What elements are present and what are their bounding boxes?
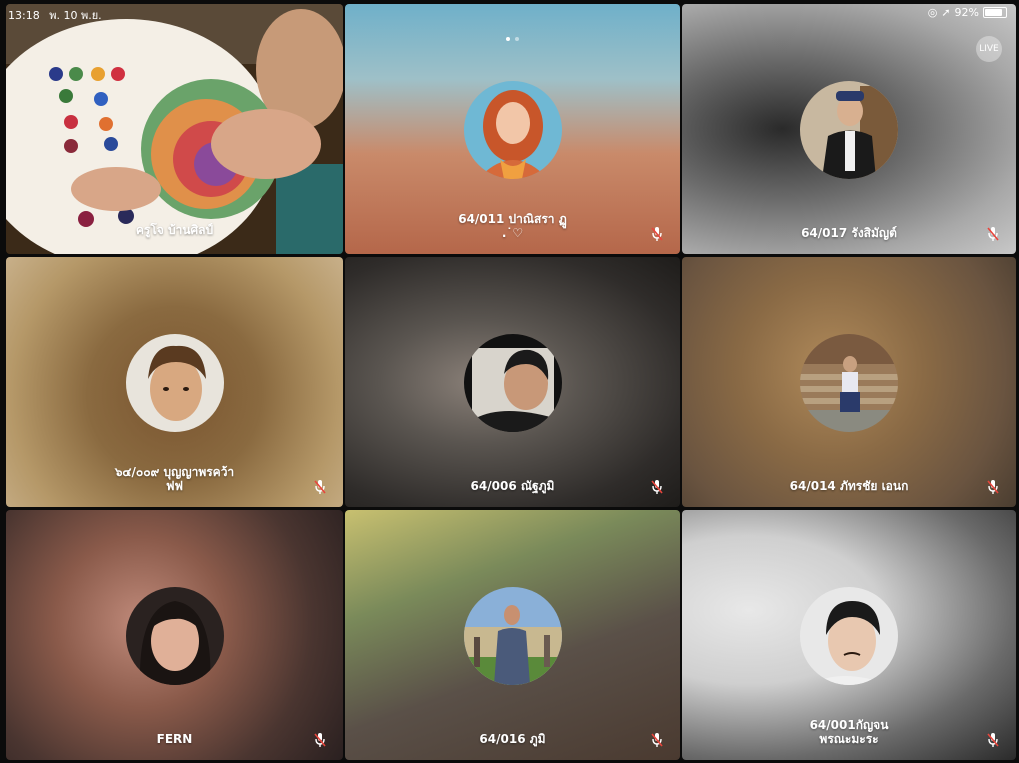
avatar-image xyxy=(125,587,224,685)
avatar xyxy=(800,587,898,685)
avatar-image xyxy=(800,334,898,432)
mic-muted-icon xyxy=(987,480,999,494)
video-feed xyxy=(6,4,343,254)
avatar xyxy=(463,587,562,685)
mic-muted-icon xyxy=(987,227,999,241)
avatar xyxy=(463,81,562,179)
participant-name: 64/001กัญจน พรณะมะระ xyxy=(809,718,889,746)
battery-percent: 92% xyxy=(954,6,979,19)
avatar-image xyxy=(800,587,898,685)
status-time: 13:18 xyxy=(8,9,40,22)
status-date: พ. 10 พ.ย. xyxy=(49,9,102,22)
avatar xyxy=(125,587,224,685)
participant-name: FERN xyxy=(156,732,193,746)
participant-tile-1[interactable]: ครูโจ บ้านศิลป์ xyxy=(6,4,343,254)
participant-tile-8[interactable]: 64/016 ภูมิ xyxy=(345,510,680,760)
avatar xyxy=(463,334,562,432)
share-button[interactable]: LIVE xyxy=(976,36,1002,62)
participant-tile-9[interactable]: 64/001กัญจน พรณะมะระ xyxy=(682,510,1016,760)
mic-muted-icon xyxy=(651,733,663,747)
avatar-image xyxy=(800,81,898,179)
participant-name: ๖๔/๐๐๙ บุญญาพรคว้า ฟฟ xyxy=(114,465,235,493)
participant-tile-7[interactable]: FERN xyxy=(6,510,343,760)
mic-muted-icon xyxy=(651,480,663,494)
participant-tile-5[interactable]: 64/006 ณัฐภูมิ xyxy=(345,257,680,507)
avatar xyxy=(800,334,898,432)
battery-fill xyxy=(985,9,1002,16)
screen-record-icon: ◎ xyxy=(927,6,938,19)
participant-name: 64/014 ภัทรชัย เอนก xyxy=(789,479,909,493)
battery-icon xyxy=(983,7,1007,18)
page-dot-1 xyxy=(505,37,510,41)
location-icon: ➚ xyxy=(941,6,951,19)
page-dot-2 xyxy=(514,37,519,41)
participant-grid: ครูโจ บ้านศิลป์ 64/011 ปาณิสรา ฏู .˙♡ LI… xyxy=(6,4,1016,760)
status-right: ◎ ➚ 92% xyxy=(928,6,1007,19)
mic-muted-icon xyxy=(987,733,999,747)
participant-name: 64/011 ปาณิสรา ฏู .˙♡ xyxy=(458,212,567,240)
mic-muted-icon xyxy=(651,227,663,241)
participant-tile-6[interactable]: 64/014 ภัทรชัย เอนก xyxy=(682,257,1016,507)
mic-muted-icon xyxy=(314,480,326,494)
avatar-image xyxy=(463,81,562,179)
participant-tile-3[interactable]: LIVE 64/017 รังสิมัญต์ xyxy=(682,4,1016,254)
status-time-date: 13:18 พ. 10 พ.ย. xyxy=(8,6,102,24)
participant-name: ครูโจ บ้านศิลป์ xyxy=(135,223,214,237)
avatar-image xyxy=(463,587,562,685)
avatar xyxy=(125,334,224,432)
page-indicator[interactable] xyxy=(505,37,519,41)
participant-tile-2[interactable]: 64/011 ปาณิสรา ฏู .˙♡ xyxy=(345,4,680,254)
participant-name: 64/016 ภูมิ xyxy=(479,732,546,746)
avatar-image xyxy=(463,334,562,432)
avatar-image xyxy=(125,334,224,432)
avatar xyxy=(800,81,898,179)
mic-muted-icon xyxy=(314,733,326,747)
participant-name: 64/017 รังสิมัญต์ xyxy=(801,226,897,240)
participant-tile-4[interactable]: ๖๔/๐๐๙ บุญญาพรคว้า ฟฟ xyxy=(6,257,343,507)
participant-name: 64/006 ณัฐภูมิ xyxy=(470,479,555,493)
